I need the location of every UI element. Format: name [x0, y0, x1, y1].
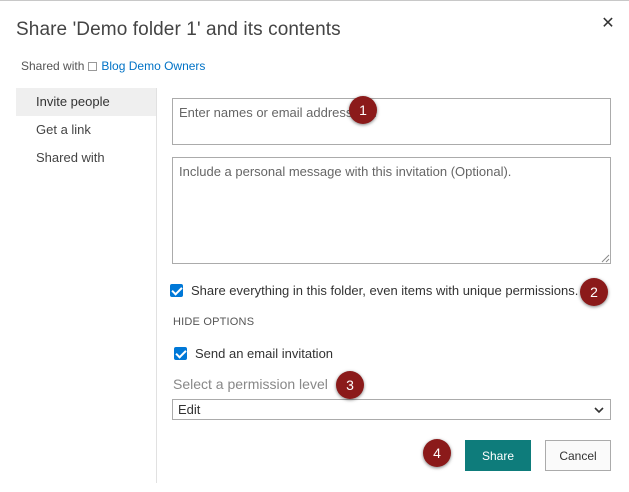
sidebar-item-shared-with[interactable]: Shared with [16, 144, 156, 172]
send-email-label: Send an email invitation [195, 346, 334, 361]
chevron-down-icon [594, 406, 604, 413]
shared-with-link[interactable]: Blog Demo Owners [101, 59, 205, 73]
hide-options-link[interactable]: HIDE OPTIONS [173, 316, 254, 328]
close-icon[interactable]: ✕ [599, 15, 617, 33]
share-everything-label: Share everything in this folder, even it… [191, 283, 579, 298]
sidebar-item-get-a-link[interactable]: Get a link [16, 116, 156, 144]
callout-badge: 4 [423, 439, 451, 467]
permission-label: Select a permission level [173, 376, 328, 392]
dialog-title: Share 'Demo folder 1' and its contents [16, 19, 341, 40]
cancel-button[interactable]: Cancel [545, 440, 611, 471]
permission-value: Edit [178, 402, 201, 417]
share-everything-checkbox[interactable] [170, 284, 183, 297]
send-email-checkbox[interactable] [174, 347, 187, 360]
callout-badge: 1 [349, 96, 377, 124]
sidebar: Invite people Get a link Shared with [16, 88, 156, 172]
callout-badge: 3 [336, 371, 364, 399]
group-icon [88, 61, 98, 71]
share-dialog: Share 'Demo folder 1' and its contents ✕… [0, 0, 629, 492]
share-everything-row[interactable]: Share everything in this folder, even it… [170, 283, 578, 298]
sidebar-divider [156, 88, 157, 483]
message-input[interactable]: Include a personal message with this inv… [172, 157, 611, 264]
share-button[interactable]: Share [465, 440, 531, 471]
permission-select[interactable]: Edit [172, 399, 611, 420]
resize-grip-icon[interactable] [601, 254, 610, 263]
send-email-row[interactable]: Send an email invitation [174, 346, 333, 361]
shared-with-prefix: Shared with [21, 59, 85, 73]
sidebar-item-invite-people[interactable]: Invite people [16, 88, 156, 116]
callout-badge: 2 [580, 278, 608, 306]
names-input[interactable]: Enter names or email addresses... [172, 98, 611, 145]
shared-with-row: Shared with Blog Demo Owners [21, 59, 205, 73]
